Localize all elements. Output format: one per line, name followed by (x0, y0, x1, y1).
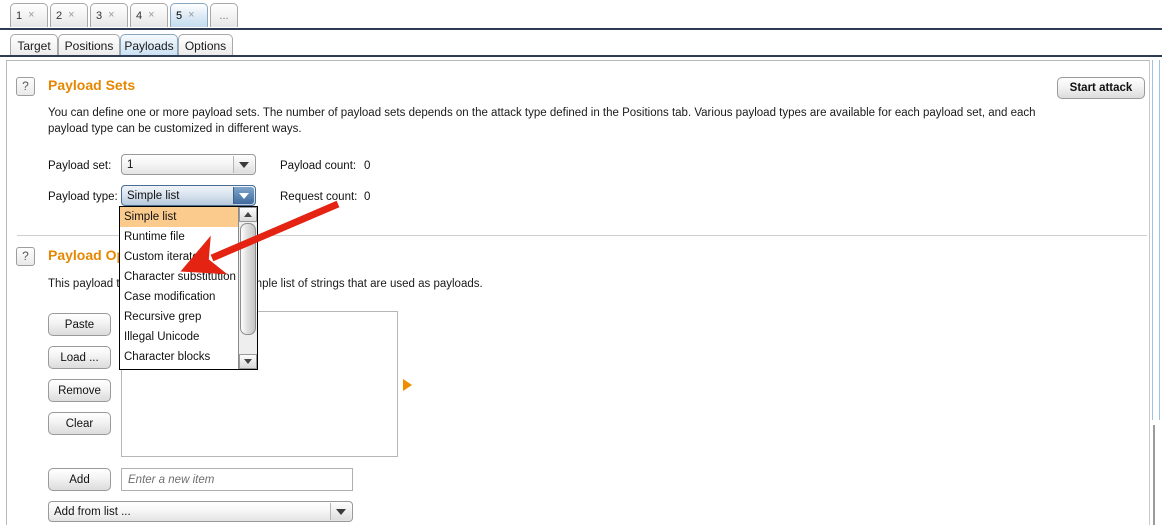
tab-positions[interactable]: Positions (58, 34, 120, 57)
remove-button-label: Remove (58, 384, 101, 397)
dropdown-item-illegal-unicode[interactable]: Illegal Unicode (120, 327, 239, 347)
dropdown-items: Simple list Runtime file Custom iterator… (120, 207, 239, 369)
chevron-down-icon[interactable] (233, 156, 254, 173)
add-button[interactable]: Add (48, 468, 111, 491)
close-icon[interactable]: × (68, 10, 74, 21)
close-icon[interactable]: × (148, 10, 154, 21)
attack-tab-2[interactable]: 2 × (50, 3, 88, 27)
load-button-label: Load ... (60, 351, 99, 364)
payload-type-label: Payload type: (48, 191, 118, 203)
add-button-label: Add (69, 473, 90, 486)
attack-tab-3-label: 3 (96, 9, 103, 22)
scroll-up-icon[interactable] (239, 207, 257, 222)
help-icon-glyph: ? (22, 79, 29, 93)
request-count-label: Request count: (280, 191, 358, 203)
attack-tab-3[interactable]: 3 × (90, 3, 128, 27)
intruder-tab-strip: Target Positions Payloads Options (0, 32, 1162, 57)
dropdown-item-character-blocks[interactable]: Character blocks (120, 347, 239, 367)
dropdown-scrollbar-thumb[interactable] (240, 223, 256, 335)
tab-target[interactable]: Target (10, 34, 58, 57)
dropdown-scrollbar[interactable] (238, 207, 257, 369)
dropdown-item-runtime-file[interactable]: Runtime file (120, 227, 239, 247)
paste-button-label: Paste (64, 318, 95, 331)
tab-options[interactable]: Options (178, 34, 233, 57)
clear-button[interactable]: Clear (48, 412, 111, 435)
scrollbar-track[interactable] (1153, 425, 1155, 525)
resize-marker-icon (403, 379, 412, 391)
scroll-down-icon[interactable] (239, 354, 257, 369)
tab-positions-label: Positions (64, 39, 114, 53)
request-count-value: 0 (364, 191, 371, 203)
load-button[interactable]: Load ... (48, 346, 111, 369)
tab-target-label: Target (17, 39, 51, 53)
attack-tab-5[interactable]: 5 × (170, 3, 208, 27)
help-icon-glyph: ? (22, 249, 29, 263)
attack-tab-overflow[interactable]: ... (210, 3, 238, 27)
tab-payloads[interactable]: Payloads (120, 34, 178, 57)
payload-type-dropdown-list[interactable]: Simple list Runtime file Custom iterator… (119, 206, 258, 370)
payload-set-select[interactable]: 1 (121, 154, 256, 175)
attack-tab-5-label: 5 (176, 9, 183, 22)
attack-tab-4[interactable]: 4 × (130, 3, 168, 27)
start-attack-label: Start attack (1069, 82, 1133, 94)
attack-tab-1[interactable]: 1 × (10, 3, 48, 27)
burp-intruder-window: 1 × 2 × 3 × 4 × 5 × ... Target Positions (0, 0, 1162, 525)
payload-sets-title: Payload Sets (48, 77, 136, 93)
payload-type-select[interactable]: Simple list (121, 185, 256, 206)
close-icon[interactable]: × (108, 10, 114, 21)
dropdown-item-character-substitution[interactable]: Character substitution (120, 267, 239, 287)
attack-tab-overflow-label: ... (219, 9, 229, 22)
new-item-input[interactable]: Enter a new item (121, 468, 353, 491)
attack-tab-2-label: 2 (56, 9, 63, 22)
payload-sets-description: You can define one or more payload sets.… (48, 107, 1036, 135)
payload-count-label: Payload count: (280, 160, 357, 172)
payload-set-value: 1 (127, 158, 134, 171)
attack-tab-4-label: 4 (136, 9, 143, 22)
tab-payloads-label: Payloads (124, 39, 174, 53)
panel-scrollbar[interactable] (1149, 60, 1160, 525)
chevron-down-icon[interactable] (233, 187, 254, 204)
attack-tab-strip: 1 × 2 × 3 × 4 × 5 × ... (0, 0, 1162, 30)
payload-type-value: Simple list (127, 189, 180, 202)
close-icon[interactable]: × (28, 10, 34, 21)
new-item-placeholder: Enter a new item (128, 473, 215, 486)
dropdown-item-recursive-grep[interactable]: Recursive grep (120, 307, 239, 327)
help-icon[interactable]: ? (16, 247, 35, 266)
scrollbar-thumb[interactable] (1152, 60, 1160, 420)
help-icon[interactable]: ? (16, 77, 35, 96)
close-icon[interactable]: × (188, 10, 194, 21)
dropdown-item-simple-list[interactable]: Simple list (120, 207, 239, 227)
clear-button-label: Clear (65, 417, 94, 430)
attack-tab-1-label: 1 (16, 9, 23, 22)
start-attack-button[interactable]: Start attack (1057, 77, 1145, 99)
paste-button[interactable]: Paste (48, 313, 111, 336)
payload-count-value: 0 (364, 160, 371, 172)
dropdown-item-custom-iterator[interactable]: Custom iterator (120, 247, 239, 267)
tab-options-label: Options (184, 39, 227, 53)
dropdown-item-case-modification[interactable]: Case modification (120, 287, 239, 307)
chevron-down-icon[interactable] (330, 503, 351, 520)
payload-set-label: Payload set: (48, 160, 112, 172)
add-from-list-select[interactable]: Add from list ... (48, 501, 353, 522)
remove-button[interactable]: Remove (48, 379, 111, 402)
add-from-list-label: Add from list ... (54, 505, 131, 518)
